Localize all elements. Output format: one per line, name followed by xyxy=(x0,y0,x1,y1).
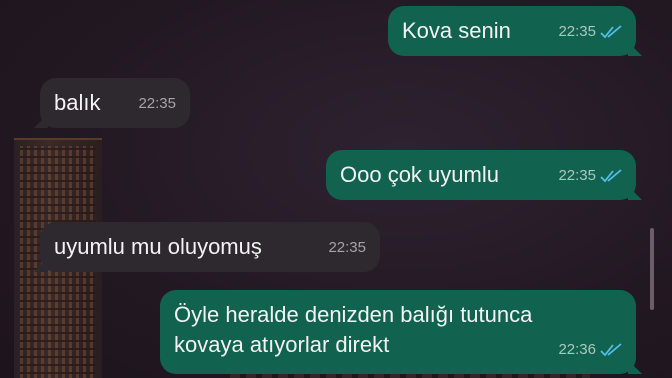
message-text: Kova senin xyxy=(402,18,511,43)
message-time: 22:35 xyxy=(558,167,596,184)
message-bubble-outgoing[interactable]: Ooo çok uyumlu 22:35 xyxy=(326,150,636,200)
message-text: Öyle heralde denizden balığı tutunca kov… xyxy=(174,302,533,357)
message-bubble-incoming[interactable]: uyumlu mu oluyomuş 22:35 xyxy=(40,222,380,272)
double-check-icon xyxy=(600,343,622,357)
message-text: balık xyxy=(54,90,101,115)
message-time: 22:35 xyxy=(558,23,596,40)
message-text: Ooo çok uyumlu xyxy=(340,162,499,187)
message-bubble-outgoing[interactable]: Öyle heralde denizden balığı tutunca kov… xyxy=(160,290,636,374)
message-time: 22:36 xyxy=(558,341,596,358)
message-text: uyumlu mu oluyomuş xyxy=(54,234,262,259)
message-time: 22:35 xyxy=(138,95,176,112)
message-time: 22:35 xyxy=(328,239,366,256)
message-bubble-outgoing[interactable]: Kova senin 22:35 xyxy=(388,6,636,56)
message-bubble-incoming[interactable]: balık 22:35 xyxy=(40,78,190,128)
double-check-icon xyxy=(600,25,622,39)
double-check-icon xyxy=(600,169,622,183)
scrollbar-thumb[interactable] xyxy=(650,228,654,310)
